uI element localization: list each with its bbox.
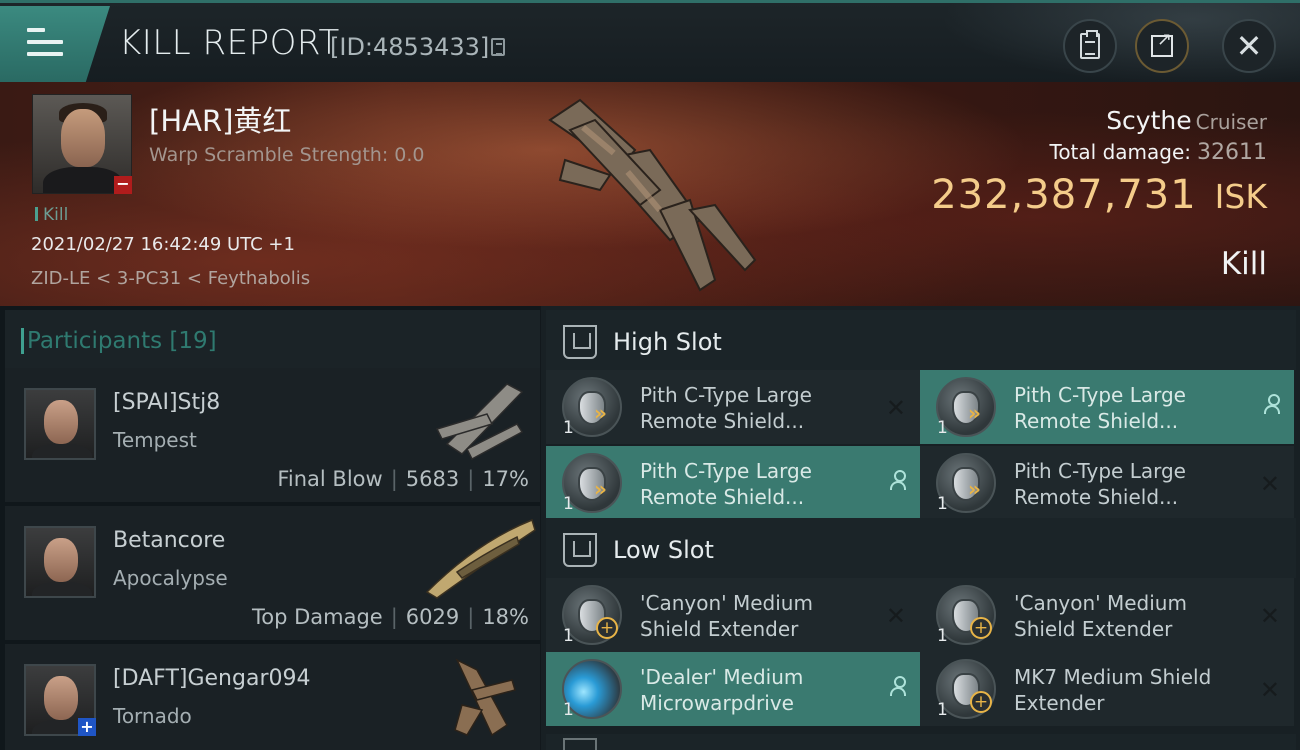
participant-row[interactable]: Betancore Apocalypse Top Damage | 6029 | 18% <box>5 506 540 640</box>
close-icon: ✕ <box>1235 27 1263 65</box>
participant-ship: Apocalypse <box>113 566 228 590</box>
ship-type: Scythe <box>1106 106 1192 135</box>
module-name: Pith C-Type Large Remote Shield... <box>640 383 812 433</box>
participant-percent: 17% <box>482 467 529 491</box>
total-damage-value: 32611 <box>1197 140 1267 165</box>
close-icon[interactable]: ✕ <box>1260 470 1280 498</box>
report-id: [ID:4853433] <box>330 33 490 61</box>
header-bar: KILL REPORT [ID:4853433] ✕ <box>0 0 1300 85</box>
module-name: 'Dealer' Medium Microwarpdrive <box>640 665 804 715</box>
corp-badge-icon: + <box>78 718 96 736</box>
module-quantity: 1 <box>563 494 574 514</box>
module-quantity: 1 <box>563 418 574 438</box>
high-slot-label: High Slot <box>613 328 722 356</box>
fitting-panel: High Slot » 1 Pith C-Type Large Remote Sh… <box>541 306 1300 750</box>
participant-avatar <box>24 526 96 598</box>
close-icon[interactable]: ✕ <box>1260 602 1280 630</box>
clipboard-button[interactable] <box>1063 19 1117 73</box>
close-button[interactable]: ✕ <box>1222 19 1276 73</box>
participants-label: Participants [19] <box>21 328 217 354</box>
participant-role: Top Damage <box>251 605 383 629</box>
copy-icon[interactable] <box>491 38 505 56</box>
isk-value: 232,387,731 ISK <box>931 172 1267 218</box>
module-quantity: 1 <box>937 418 948 438</box>
isk-amount: 232,387,731 <box>931 172 1197 218</box>
low-slot-label: Low Slot <box>613 536 714 564</box>
participants-count: [19] <box>169 328 217 354</box>
page-title: KILL REPORT <box>119 23 340 63</box>
participants-header[interactable]: Participants [19] <box>5 310 540 370</box>
participant-stats: Top Damage | 6029 | 18% <box>251 605 529 629</box>
module-quantity: 1 <box>937 494 948 514</box>
participant-row[interactable]: + [DAFT]Gengar094 Tornado <box>5 644 540 750</box>
share-button[interactable] <box>1135 19 1189 73</box>
close-icon[interactable]: ✕ <box>1260 676 1280 704</box>
module-name: 'Canyon' Medium Shield Extender <box>640 591 813 641</box>
result-label: Kill <box>1220 246 1267 282</box>
high-slot-module[interactable]: » 1 Pith C-Type Large Remote Shield... <box>920 370 1294 444</box>
kill-location[interactable]: ZID-LE < 3-PC31 < Feythabolis <box>31 268 310 289</box>
participant-damage: 5683 <box>405 467 460 491</box>
high-slot-module[interactable]: » 1 Pith C-Type Large Remote Shield... ✕ <box>920 446 1294 520</box>
participant-ship-image <box>435 383 524 461</box>
module-name: MK7 Medium Shield Extender <box>1014 665 1212 715</box>
total-damage: Total damage: 32611 <box>1050 140 1268 165</box>
person-icon[interactable] <box>890 676 906 698</box>
participant-name: [SPAI]Stj8 <box>113 390 221 415</box>
module-quantity: 1 <box>937 626 948 646</box>
person-icon[interactable] <box>890 470 906 492</box>
person-icon[interactable] <box>1264 394 1280 416</box>
module-quantity: 1 <box>563 700 574 720</box>
participant-ship-image <box>425 518 536 599</box>
mid-slot-icon <box>563 738 597 750</box>
participants-panel: Participants [19] [SPAI]Stj8 Tempest Fin… <box>0 306 540 750</box>
high-slot-module[interactable]: » 1 Pith C-Type Large Remote Shield... <box>546 446 920 520</box>
low-slot-module[interactable]: 1 'Dealer' Medium Microwarpdrive <box>546 652 920 726</box>
participant-role: Final Blow <box>277 467 383 491</box>
close-icon[interactable]: ✕ <box>886 394 906 422</box>
share-icon <box>1151 29 1173 57</box>
low-slot-module[interactable]: + 1 MK7 Medium Shield Extender ✕ <box>920 652 1294 726</box>
victim-ship-name[interactable]: Scythe Cruiser <box>1106 106 1267 135</box>
participant-ship-image <box>454 658 516 737</box>
victim-ship-image[interactable] <box>540 90 770 300</box>
participant-name: [DAFT]Gengar094 <box>113 666 311 691</box>
victim-summary: − [HAR]黄红 Warp Scramble Strength: 0.0 Ki… <box>0 82 1300 306</box>
module-quantity: 1 <box>563 626 574 646</box>
module-name: Pith C-Type Large Remote Shield... <box>1014 459 1186 509</box>
kill-datetime: 2021/02/27 16:42:49 UTC +1 <box>31 234 295 255</box>
participant-row[interactable]: [SPAI]Stj8 Tempest Final Blow | 5683 | 17% <box>5 368 540 502</box>
low-slot-icon <box>563 533 597 567</box>
module-name: Pith C-Type Large Remote Shield... <box>640 459 812 509</box>
victim-name[interactable]: [HAR]黄红 <box>149 98 291 140</box>
participant-ship: Tornado <box>113 704 192 728</box>
hostile-badge-icon: − <box>114 176 132 194</box>
module-quantity: 1 <box>937 700 948 720</box>
low-slot-module[interactable]: + 1 'Canyon' Medium Shield Extender ✕ <box>920 578 1294 652</box>
kill-tag: Kill <box>35 205 68 225</box>
menu-button[interactable] <box>0 6 110 82</box>
participant-ship: Tempest <box>113 428 197 452</box>
isk-unit: ISK <box>1214 177 1267 216</box>
high-slot-icon <box>563 325 597 359</box>
low-slot-module[interactable]: + 1 'Canyon' Medium Shield Extender ✕ <box>546 578 920 652</box>
participant-percent: 18% <box>482 605 529 629</box>
module-name: Pith C-Type Large Remote Shield... <box>1014 383 1186 433</box>
participant-stats: Final Blow | 5683 | 17% <box>277 467 529 491</box>
next-slot-header <box>546 734 1296 750</box>
module-name: 'Canyon' Medium Shield Extender <box>1014 591 1187 641</box>
total-damage-label: Total damage: <box>1049 140 1192 164</box>
hamburger-icon <box>27 28 63 56</box>
warp-scramble-strength: Warp Scramble Strength: 0.0 <box>149 144 425 166</box>
high-slot-header: High Slot <box>546 310 1296 370</box>
participant-damage: 6029 <box>405 605 460 629</box>
close-icon[interactable]: ✕ <box>886 602 906 630</box>
high-slot-module[interactable]: » 1 Pith C-Type Large Remote Shield... ✕ <box>546 370 920 444</box>
low-slot-header: Low Slot <box>546 518 1296 578</box>
participant-name: Betancore <box>113 528 226 553</box>
clipboard-icon <box>1080 30 1100 59</box>
participant-avatar <box>24 388 96 460</box>
ship-class: Cruiser <box>1195 110 1267 134</box>
